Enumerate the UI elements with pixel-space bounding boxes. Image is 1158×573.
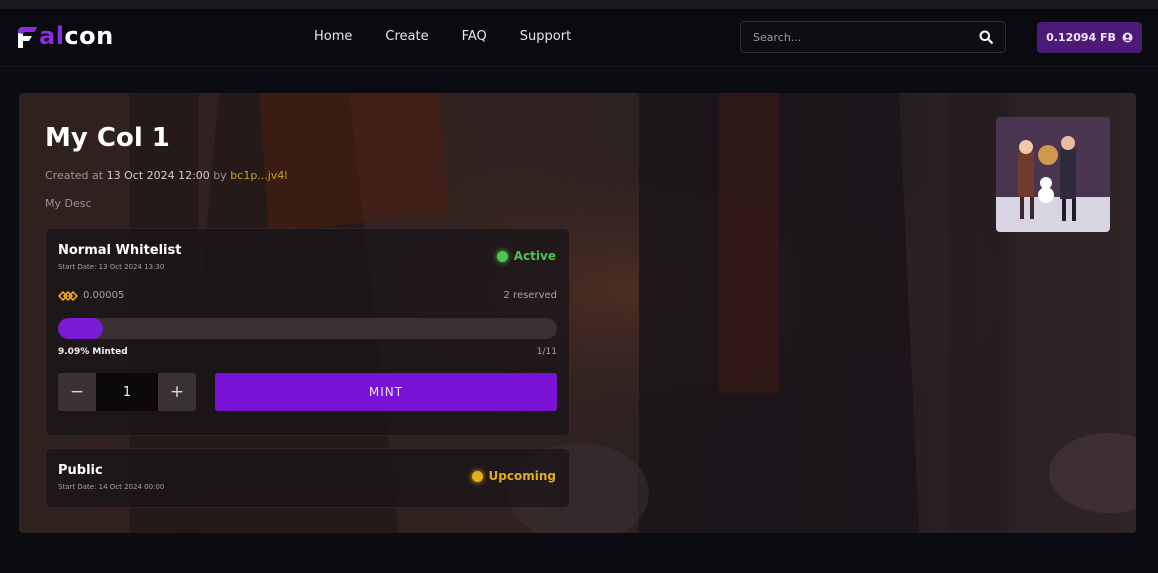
falcon-f-icon — [18, 27, 37, 48]
price: 0.00005 — [58, 290, 124, 301]
status-dot-icon — [471, 470, 483, 482]
minted-percent: 9.09% Minted — [58, 347, 128, 357]
nav-support[interactable]: Support — [520, 29, 571, 44]
top-strip — [0, 0, 1158, 9]
status-dot-icon — [496, 250, 508, 262]
collection-hero: My Col 1 Created at 13 Oct 2024 12:00 by… — [19, 93, 1136, 533]
mint-button[interactable]: MINT — [215, 373, 557, 411]
collection-description: My Desc — [45, 197, 92, 210]
nav-home[interactable]: Home — [314, 29, 352, 44]
search-input[interactable] — [741, 22, 961, 52]
phase-name: Normal Whitelist — [58, 243, 182, 258]
nav-create[interactable]: Create — [385, 29, 428, 44]
reserved-count: 2 reserved — [503, 290, 557, 301]
falcon-logo[interactable]: alcon — [16, 21, 114, 51]
created-date: 13 Oct 2024 12:00 — [106, 169, 210, 182]
top-navbar: alcon Home Create FAQ Support 0.12094 FB — [0, 9, 1158, 67]
increment-button[interactable]: + — [158, 373, 196, 411]
logo-accent-text: al — [39, 22, 65, 50]
collection-thumbnail — [996, 117, 1110, 232]
price-value: 0.00005 — [83, 290, 125, 301]
search-icon[interactable] — [979, 30, 993, 49]
phase-card-public[interactable]: Public Start Date: 14 Oct 2024 00:00 Upc… — [45, 448, 570, 508]
nav-faq[interactable]: FAQ — [462, 29, 487, 44]
minted-count: 1/11 — [536, 347, 557, 357]
phase-card-normal-whitelist: Normal Whitelist Start Date: 13 Oct 2024… — [45, 228, 570, 436]
created-prefix: Created at — [45, 169, 104, 182]
decrement-button[interactable]: − — [58, 373, 96, 411]
quantity-stepper: − + — [58, 373, 196, 411]
mint-progress-bar — [58, 318, 557, 339]
mint-progress-fill — [58, 318, 104, 339]
main-nav: Home Create FAQ Support — [314, 29, 604, 44]
created-by: by — [213, 169, 227, 182]
user-icon — [1122, 32, 1133, 43]
status-badge: Active — [496, 249, 556, 263]
collection-meta: Created at 13 Oct 2024 12:00 by bc1p...j… — [45, 169, 287, 182]
status-label: Upcoming — [488, 469, 556, 483]
price-row: 0.00005 2 reserved — [58, 290, 557, 301]
collection-title: My Col 1 — [45, 123, 170, 153]
progress-row: 9.09% Minted 1/11 — [58, 347, 557, 357]
quantity-input[interactable] — [96, 373, 158, 411]
creator-address-link[interactable]: bc1p...jv4l — [230, 169, 287, 182]
status-label: Active — [513, 249, 556, 263]
phase-start-date: Start Date: 13 Oct 2024 13:30 — [58, 263, 165, 271]
status-badge: Upcoming — [471, 469, 556, 483]
wallet-balance: 0.12094 FB — [1046, 31, 1116, 44]
wallet-balance-button[interactable]: 0.12094 FB — [1037, 22, 1142, 53]
logo-text: con — [64, 22, 114, 50]
fractal-coin-icon — [58, 290, 78, 301]
phase-start-date: Start Date: 14 Oct 2024 00:00 — [58, 483, 165, 491]
phase-name: Public — [58, 463, 103, 478]
search-box — [740, 21, 1006, 53]
